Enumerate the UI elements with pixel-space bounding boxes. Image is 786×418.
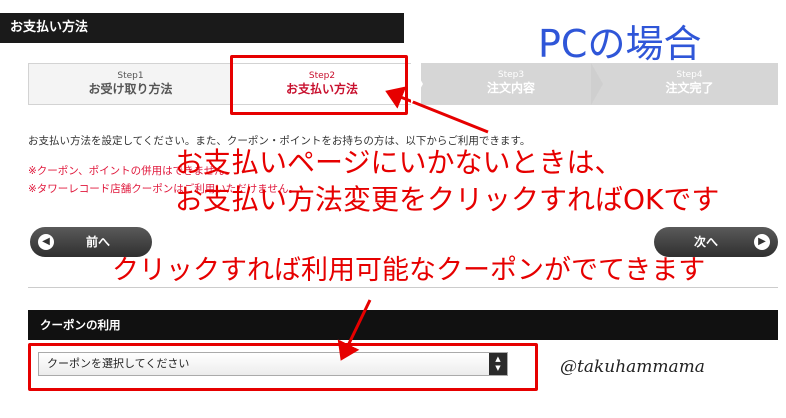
page-title: お支払い方法 [0,13,404,43]
step-3-name: 注文内容 [486,81,535,95]
coupon-select-highlight-box [28,343,538,391]
step-2-highlight-box [230,55,408,115]
coupon-section-header: クーポンの利用 [28,310,778,340]
step-1-name: お受け取り方法 [88,82,173,96]
step-separator [411,63,423,105]
step-4: Step4 注文完了 [601,63,778,105]
prev-button-label: 前へ [86,235,111,249]
signature: @takuhammama [560,357,705,377]
prev-button[interactable]: ◀ 前へ [30,227,152,257]
next-button-label: 次へ [694,235,719,249]
annotation-line-2: お支払い方法変更をクリックすればOKです [175,183,720,216]
step-4-number: Step4 [676,70,703,80]
chevron-right-icon: ▶ [754,234,770,250]
step-1-number: Step1 [117,71,144,81]
chevron-left-icon: ◀ [38,234,54,250]
divider [28,287,778,288]
step-separator [591,63,603,105]
annotation-line-3: クリックすれば利用可能なクーポンがでてきます [112,255,706,286]
annotation-line-1: お支払いページにいかないときは、 [175,146,623,179]
step-3: Step3 注文内容 [421,63,601,105]
annotation-pc-title: PCの場合 [538,22,702,66]
step-3-number: Step3 [497,70,525,80]
next-button[interactable]: 次へ ▶ [654,227,778,257]
step-1: Step1 お受け取り方法 [28,63,233,105]
step-4-name: 注文完了 [665,81,714,95]
